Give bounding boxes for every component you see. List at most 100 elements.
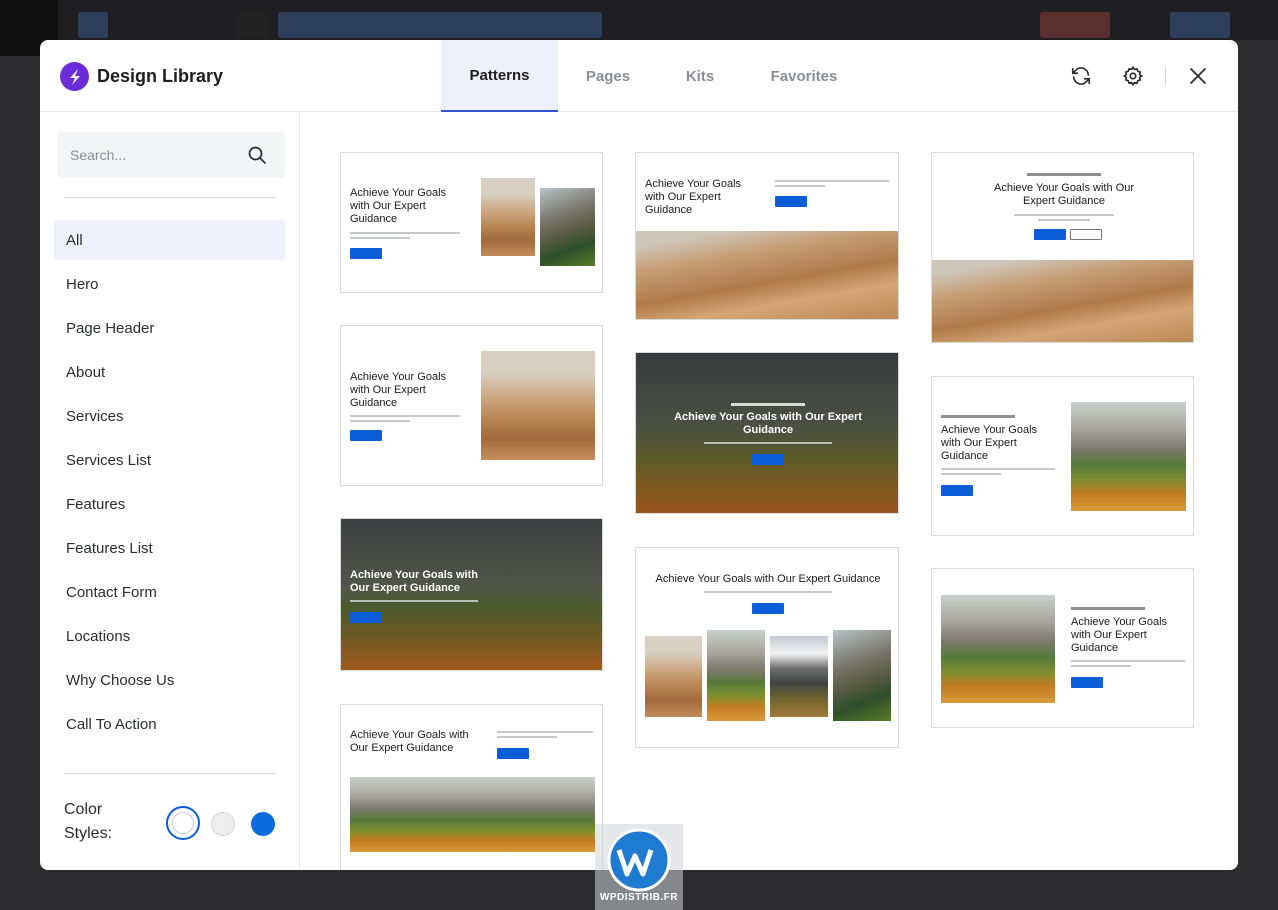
- category-locations[interactable]: Locations: [54, 616, 285, 656]
- category-hero[interactable]: Hero: [54, 264, 285, 304]
- pattern-card[interactable]: Achieve Your Goals with Our Expert Guida…: [931, 152, 1194, 343]
- sidebar: All Hero Page Header About Services Serv…: [40, 112, 300, 870]
- tab-favorites[interactable]: Favorites: [742, 40, 866, 112]
- search-icon[interactable]: [247, 145, 267, 165]
- color-styles: Color Styles:: [64, 798, 284, 858]
- editor-toolbar-block: [236, 12, 268, 38]
- pattern-text-line: [1038, 219, 1090, 221]
- pattern-card[interactable]: Achieve Your Goals with Our Expert Guida…: [931, 376, 1194, 536]
- pattern-image: [770, 636, 828, 717]
- pattern-image: [645, 636, 702, 717]
- pattern-image: [481, 178, 535, 256]
- design-library-modal: Design Library Patterns Pages Kits Favor…: [40, 40, 1238, 870]
- editor-toolbar-block: [1040, 12, 1110, 38]
- category-all[interactable]: All: [54, 220, 285, 260]
- pattern-text-line: [350, 420, 410, 422]
- pattern-kicker: [941, 415, 1015, 418]
- header-separator: [1165, 66, 1166, 86]
- pattern-text-line: [775, 180, 889, 182]
- pattern-text-line: [350, 415, 460, 417]
- pattern-image: [481, 351, 595, 460]
- pattern-text-line: [497, 731, 593, 733]
- pattern-button: [752, 603, 784, 614]
- category-features[interactable]: Features: [54, 484, 285, 524]
- pattern-text-line: [941, 473, 1001, 475]
- tab-bar: Patterns Pages Kits Favorites: [441, 40, 866, 112]
- pattern-text-line: [350, 237, 410, 239]
- color-swatch-blue[interactable]: [251, 812, 275, 836]
- search-input[interactable]: [57, 132, 237, 178]
- pattern-heading: Achieve Your Goals with Our Expert Guida…: [655, 573, 881, 585]
- category-why-choose-us[interactable]: Why Choose Us: [54, 660, 285, 700]
- editor-toolbar-block: [78, 12, 108, 38]
- pattern-button: [1071, 677, 1103, 688]
- pattern-grid: Achieve Your Goals with Our Expert Guida…: [301, 112, 1238, 870]
- category-about[interactable]: About: [54, 352, 285, 392]
- color-swatch-light[interactable]: [211, 812, 235, 836]
- pattern-card[interactable]: Achieve Your Goals with Our Expert Guida…: [340, 152, 603, 293]
- watermark: WPDISTRIB.FR: [595, 824, 683, 910]
- color-swatch-default[interactable]: [166, 806, 200, 840]
- pattern-image: [932, 260, 1193, 342]
- pattern-button: [350, 612, 382, 623]
- pattern-heading: Achieve Your Goals with Our Expert Guida…: [645, 178, 742, 216]
- category-features-list[interactable]: Features List: [54, 528, 285, 568]
- pattern-button: [350, 430, 382, 441]
- pattern-kicker: [1071, 607, 1145, 610]
- pattern-text-line: [704, 591, 832, 593]
- close-icon[interactable]: [1187, 65, 1209, 87]
- pattern-card[interactable]: Achieve Your Goals with Our Expert Guida…: [931, 568, 1194, 728]
- pattern-kicker: [1027, 173, 1101, 176]
- pattern-card[interactable]: Achieve Your Goals with Our Expert Guida…: [635, 547, 899, 748]
- pattern-card[interactable]: Achieve Your Goals with Our Expert Guida…: [340, 518, 603, 671]
- pattern-card[interactable]: Achieve Your Goals with Our Expert Guida…: [635, 352, 899, 514]
- pattern-image: [540, 188, 595, 266]
- editor-toolbar: [0, 0, 1278, 40]
- pattern-heading: Achieve Your Goals with Our Expert Guida…: [993, 182, 1135, 207]
- brand-logo-icon: [60, 62, 89, 91]
- pattern-secondary-button: [1070, 229, 1102, 240]
- pattern-heading: Achieve Your Goals with Our Expert Guida…: [941, 424, 1038, 462]
- pattern-image: [707, 630, 765, 721]
- category-contact-form[interactable]: Contact Form: [54, 572, 285, 612]
- pattern-text-line: [941, 468, 1055, 470]
- pattern-heading: Achieve Your Goals with Our Expert Guida…: [350, 729, 469, 754]
- category-list: All Hero Page Header About Services Serv…: [54, 220, 285, 748]
- pattern-card[interactable]: Achieve Your Goals with Our Expert Guida…: [340, 704, 603, 870]
- color-styles-label: Color Styles:: [64, 801, 113, 842]
- pattern-text-line: [1071, 660, 1185, 662]
- search-box: [57, 132, 285, 178]
- pattern-heading: Achieve Your Goals with Our Expert Guida…: [350, 371, 447, 409]
- editor-toolbar-block: [1170, 12, 1230, 38]
- pattern-image: [833, 630, 891, 721]
- tab-patterns[interactable]: Patterns: [441, 40, 558, 112]
- category-services-list[interactable]: Services List: [54, 440, 285, 480]
- pattern-card[interactable]: Achieve Your Goals with Our Expert Guida…: [635, 152, 899, 320]
- editor-toolbar-block: [278, 12, 602, 38]
- pattern-heading: Achieve Your Goals with Our Expert Guida…: [350, 187, 447, 225]
- brand-title: Design Library: [97, 66, 224, 86]
- pattern-text-line: [1014, 214, 1114, 216]
- pattern-card[interactable]: Achieve Your Goals with Our Expert Guida…: [340, 325, 603, 486]
- tab-kits[interactable]: Kits: [658, 40, 742, 112]
- pattern-heading: Achieve Your Goals with Our Expert Guida…: [674, 411, 862, 436]
- refresh-icon[interactable]: [1070, 65, 1092, 87]
- sidebar-divider: [64, 197, 276, 198]
- watermark-text: WPDISTRIB.FR: [599, 892, 679, 903]
- pattern-heading: Achieve Your Goals with Our Expert Guida…: [1071, 616, 1168, 654]
- pattern-button: [350, 248, 382, 259]
- color-swatch-inner: [172, 812, 194, 834]
- pattern-button: [497, 748, 529, 759]
- pattern-text-line: [350, 600, 478, 602]
- pattern-image: [636, 231, 898, 319]
- pattern-text-line: [1071, 665, 1131, 667]
- gear-icon[interactable]: [1122, 65, 1144, 87]
- category-page-header[interactable]: Page Header: [54, 308, 285, 348]
- modal-header: Design Library Patterns Pages Kits Favor…: [40, 40, 1238, 112]
- category-call-to-action[interactable]: Call To Action: [54, 704, 285, 744]
- category-services[interactable]: Services: [54, 396, 285, 436]
- pattern-button: [775, 196, 807, 207]
- pattern-heading: Achieve Your Goals with Our Expert Guida…: [350, 569, 478, 594]
- pattern-button: [1034, 229, 1066, 240]
- tab-pages[interactable]: Pages: [558, 40, 658, 112]
